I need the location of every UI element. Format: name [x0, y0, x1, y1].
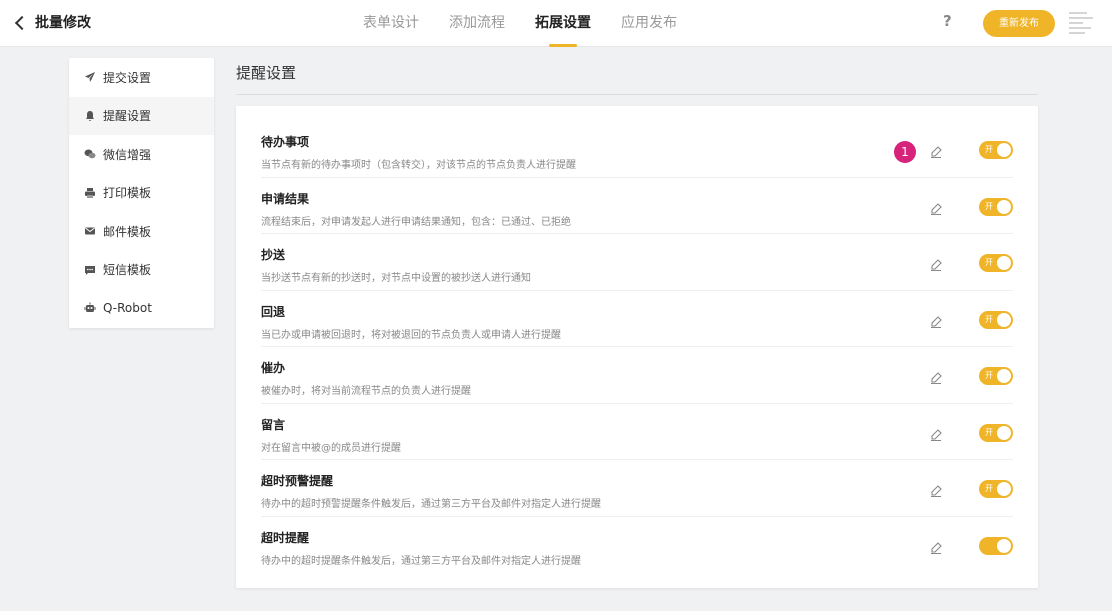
sidebar-item-label: 短信模板 — [103, 263, 152, 278]
sidebar-item-label: 提交设置 — [103, 70, 152, 85]
sms-icon — [84, 264, 96, 276]
republish-button[interactable]: 重新发布 — [983, 10, 1055, 37]
toggle-switch[interactable]: 开 — [979, 254, 1013, 272]
toggle-switch[interactable] — [979, 536, 1013, 555]
toggle-knob — [997, 369, 1011, 383]
edit-icon[interactable] — [929, 427, 943, 441]
tab-extension-settings[interactable]: 拓展设置 — [535, 0, 591, 47]
reminder-desc: 流程结束后，对申请发起人进行申请结果通知，包含：已通过、已拒绝 — [261, 216, 571, 228]
reminder-name: 超时预警提醒 — [261, 474, 334, 488]
bell-icon — [84, 110, 96, 122]
toggle-label: 开 — [985, 371, 993, 380]
sidebar-item-reminder-settings[interactable]: 提醒设置 — [69, 96, 214, 135]
edit-icon[interactable] — [929, 201, 943, 215]
sidebar-item-sms-template[interactable]: 短信模板 — [69, 251, 214, 290]
back-button[interactable]: 批量修改 — [14, 12, 91, 32]
reminder-desc: 待办中的超时提醒条件触发后，通过第三方平台及邮件对指定人进行提醒 — [261, 555, 581, 567]
send-icon — [84, 71, 96, 83]
reminder-row-todo: 待办事项 当节点有新的待办事项时（包含转交），对该节点的节点负责人进行提醒 1 … — [261, 121, 1013, 178]
help-icon[interactable]: ? — [943, 12, 952, 30]
reminder-desc: 对在留言中被@的成员进行提醒 — [261, 442, 401, 454]
robot-icon — [84, 302, 96, 314]
section-title: 提醒设置 — [236, 64, 297, 82]
reminder-desc: 当已办或申请被回退时，将对被退回的节点负责人或申请人进行提醒 — [261, 329, 561, 341]
edit-icon[interactable] — [929, 540, 943, 554]
reminder-name: 回退 — [261, 304, 286, 319]
page-title: 批量修改 — [35, 15, 91, 31]
edit-icon[interactable] — [929, 483, 943, 498]
edit-icon[interactable] — [929, 370, 943, 385]
toggle-knob — [997, 425, 1011, 440]
toggle-knob — [997, 256, 1011, 270]
section-divider — [236, 94, 1038, 95]
reminder-row-comment: 留言 对在留言中被@的成员进行提醒 开 — [261, 404, 1013, 460]
reminder-name: 抄送 — [261, 248, 286, 262]
toggle-switch[interactable]: 开 — [979, 141, 1013, 159]
sidebar-item-label: 打印模板 — [103, 186, 152, 201]
edit-icon[interactable] — [929, 144, 943, 159]
toggle-knob — [997, 143, 1011, 157]
sidebar-item-submit-settings[interactable]: 提交设置 — [69, 58, 214, 97]
wechat-icon — [84, 148, 96, 160]
top-bar: 批量修改 表单设计 添加流程 拓展设置 应用发布 ? 重新发布 — [0, 0, 1112, 47]
sidebar-item-label: Q-Robot — [103, 301, 152, 316]
tab-app-publish[interactable]: 应用发布 — [621, 0, 677, 47]
reminder-name: 催办 — [261, 361, 286, 375]
toggle-switch[interactable]: 开 — [979, 197, 1013, 216]
sidebar-item-mail-template[interactable]: 邮件模板 — [69, 212, 214, 251]
sidebar-item-label: 邮件模板 — [103, 224, 152, 239]
settings-sidebar: 提交设置 提醒设置 微信增强 打印模板 邮件模板 短信模板 Q-Robot — [69, 58, 214, 328]
reminder-row-urge: 催办 被催办时，将对当前流程节点的负责人进行提醒 开 — [261, 347, 1013, 404]
reminder-name: 申请结果 — [261, 191, 310, 206]
step-badge: 1 — [894, 141, 916, 163]
toggle-label: 开 — [985, 484, 993, 493]
reminder-desc: 被催办时，将对当前流程节点的负责人进行提醒 — [261, 386, 471, 397]
toggle-switch[interactable]: 开 — [979, 367, 1013, 385]
sidebar-item-q-robot[interactable]: Q-Robot — [69, 289, 214, 328]
reminder-row-rollback: 回退 当已办或申请被回退时，将对被退回的节点负责人或申请人进行提醒 开 — [261, 291, 1013, 347]
toggle-label: 开 — [985, 427, 993, 437]
reminder-name: 留言 — [261, 417, 286, 432]
reminder-desc: 当抄送节点有新的抄送时，对节点中设置的被抄送人进行通知 — [261, 273, 531, 284]
toggle-label: 开 — [985, 314, 993, 324]
tab-add-process[interactable]: 添加流程 — [449, 0, 505, 47]
edit-icon[interactable] — [929, 257, 943, 272]
toggle-label: 开 — [985, 145, 993, 154]
reminder-row-cc: 抄送 当抄送节点有新的抄送时，对节点中设置的被抄送人进行通知 开 — [261, 234, 1013, 291]
toggle-knob — [997, 538, 1011, 553]
tab-form-design[interactable]: 表单设计 — [363, 0, 419, 47]
toggle-knob — [997, 482, 1011, 496]
toggle-knob — [997, 199, 1011, 214]
toggle-switch[interactable]: 开 — [979, 423, 1013, 442]
printer-icon — [84, 187, 96, 199]
chevron-left-icon — [14, 15, 30, 30]
avatar[interactable] — [1069, 12, 1095, 36]
reminder-row-application-result: 申请结果 流程结束后，对申请发起人进行申请结果通知，包含：已通过、已拒绝 开 — [261, 178, 1013, 234]
toggle-label: 开 — [985, 201, 993, 211]
toggle-switch[interactable]: 开 — [979, 310, 1013, 329]
sidebar-item-wechat-enhance[interactable]: 微信增强 — [69, 135, 214, 174]
mail-icon — [84, 225, 96, 237]
toggle-switch[interactable]: 开 — [979, 480, 1013, 498]
sidebar-item-label: 提醒设置 — [103, 109, 152, 124]
reminder-name: 超时提醒 — [261, 530, 310, 545]
toggle-knob — [997, 312, 1011, 327]
tab-bar: 表单设计 添加流程 拓展设置 应用发布 — [363, 0, 677, 47]
sidebar-item-print-template[interactable]: 打印模板 — [69, 174, 214, 213]
sidebar-item-label: 微信增强 — [103, 147, 152, 162]
reminder-desc: 待办中的超时预警提醒条件触发后，通过第三方平台及邮件对指定人进行提醒 — [261, 499, 601, 510]
toggle-label: 开 — [985, 258, 993, 267]
edit-icon[interactable] — [929, 314, 943, 328]
reminder-settings-card: 待办事项 当节点有新的待办事项时（包含转交），对该节点的节点负责人进行提醒 1 … — [236, 106, 1038, 588]
reminder-row-timeout-warning: 超时预警提醒 待办中的超时预警提醒条件触发后，通过第三方平台及邮件对指定人进行提… — [261, 460, 1013, 517]
reminder-row-timeout: 超时提醒 待办中的超时提醒条件触发后，通过第三方平台及邮件对指定人进行提醒 — [261, 517, 1013, 574]
